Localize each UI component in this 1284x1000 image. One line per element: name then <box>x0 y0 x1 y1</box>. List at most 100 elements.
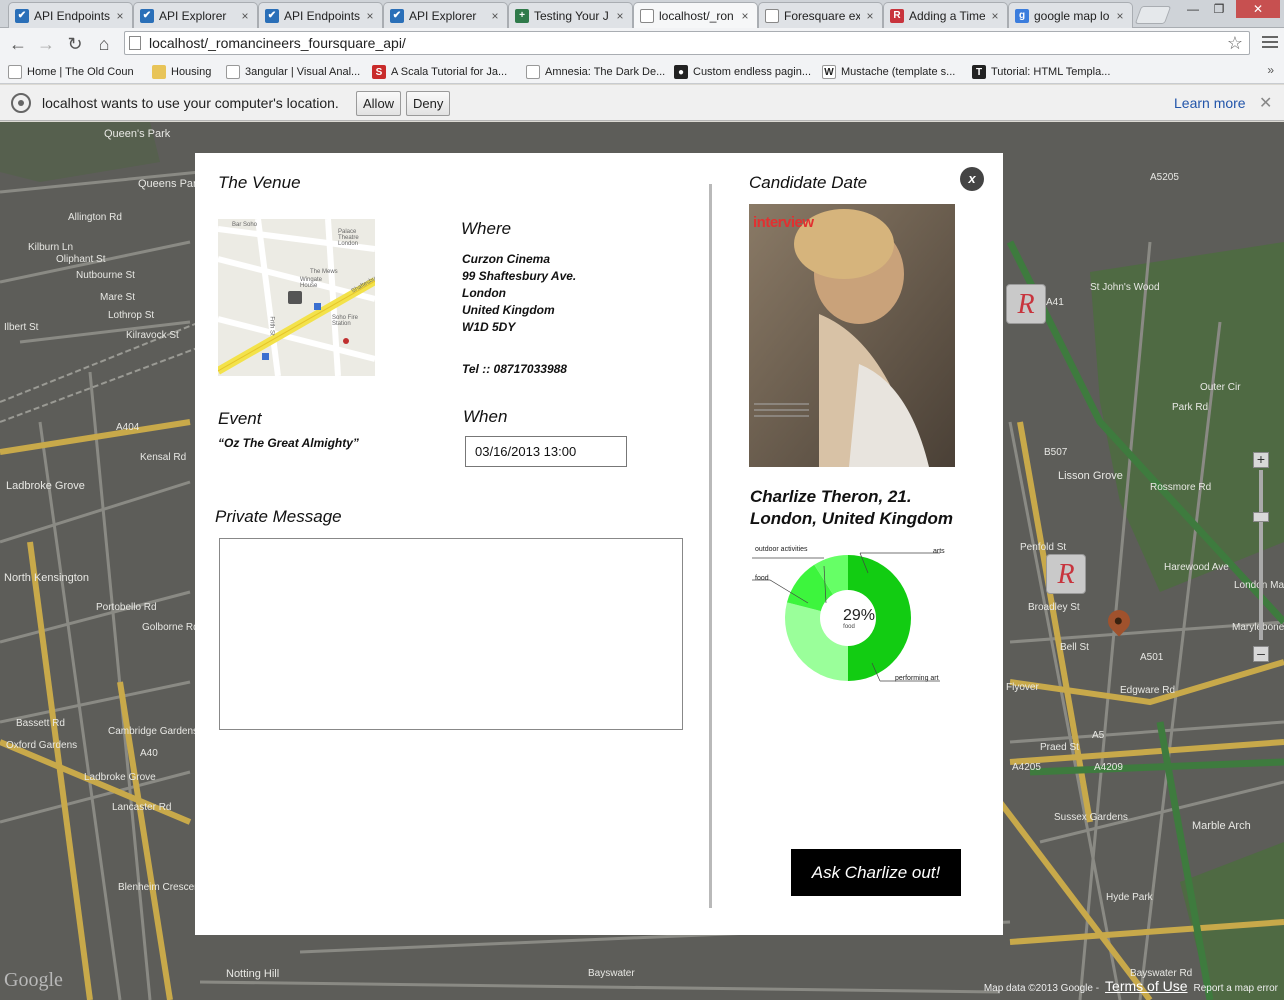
ask-out-button[interactable]: Ask Charlize out! <box>791 849 961 896</box>
browser-toolbar: ← → ↻ ⌂ localhost/_romancineers_foursqua… <box>0 28 1284 60</box>
zoom-in-icon[interactable]: + <box>1253 452 1269 468</box>
when-title: When <box>463 407 508 426</box>
minimize-icon[interactable]: — <box>1180 0 1206 18</box>
new-tab-button[interactable] <box>1134 6 1172 24</box>
legend-label: food <box>755 575 769 582</box>
bookmark-item[interactable]: 3angular | Visual Anal... <box>226 63 360 81</box>
bookmark-item[interactable]: W Mustache (template s... <box>822 63 955 81</box>
candidate-location: London, United Kingdom <box>750 509 954 528</box>
candidate-photo-graphic <box>749 204 955 467</box>
map-label: Portobello Rd <box>96 602 157 613</box>
zoom-out-icon[interactable]: – <box>1253 646 1269 662</box>
tab-close-icon[interactable]: × <box>1114 9 1126 23</box>
menu-icon[interactable] <box>1262 33 1278 53</box>
map-label: Cambridge Gardens <box>108 726 199 737</box>
tab-close-icon[interactable]: × <box>489 9 501 23</box>
browser-tab[interactable]: ✔ API Endpoints × <box>258 2 383 28</box>
bookmark-item[interactable]: S A Scala Tutorial for Ja... <box>372 63 507 81</box>
bookmark-item[interactable]: Home | The Old Coun <box>8 63 134 81</box>
address-line: W1D 5DY <box>462 320 516 334</box>
map-label: A5205 <box>1150 172 1179 183</box>
back-icon[interactable]: ← <box>7 33 29 55</box>
browser-tab[interactable]: g google map lo × <box>1008 2 1133 28</box>
page-icon <box>8 65 22 79</box>
report-map-error-link[interactable]: Report a map error <box>1194 983 1278 994</box>
restaurant-marker[interactable]: R <box>1006 284 1046 324</box>
address-bar[interactable]: localhost/_romancineers_foursquare_api/ … <box>124 31 1250 55</box>
zoom-control[interactable]: + – <box>1253 452 1269 662</box>
terms-of-use-link[interactable]: Terms of Use <box>1105 978 1187 994</box>
map-label: Kensal Rd <box>140 452 187 463</box>
zoom-handle[interactable] <box>1253 512 1269 522</box>
browser-tab[interactable]: ✔ API Endpoints × <box>8 2 133 28</box>
map-label: Park Rd <box>1172 402 1209 413</box>
restaurant-marker[interactable]: R <box>1046 554 1086 594</box>
browser-tab[interactable]: localhost/_ron × <box>633 2 758 29</box>
date-request-modal: The Venue Bar Soho Palace Theatre London… <box>195 153 1003 935</box>
map-label: A41 <box>1046 297 1064 308</box>
home-icon[interactable]: ⌂ <box>93 33 115 55</box>
bookmark-item[interactable]: T Tutorial: HTML Templa... <box>972 63 1110 81</box>
map-label: St John's Wood <box>1090 282 1160 293</box>
map-label: A40 <box>140 748 158 759</box>
deny-button[interactable]: Deny <box>406 91 451 116</box>
map-label: Mare St <box>100 292 136 303</box>
map-label: Edgware Rd <box>1120 685 1176 696</box>
check-icon: ✔ <box>390 8 404 23</box>
map-label: Bell St <box>1060 642 1089 653</box>
bookmark-star-icon[interactable]: ☆ <box>1227 33 1243 54</box>
restore-icon[interactable]: ❐ <box>1206 0 1232 18</box>
venue-map-thumbnail[interactable]: Bar Soho Palace Theatre London The Mews … <box>218 219 375 376</box>
browser-tab[interactable]: Foresquare ex × <box>758 2 883 28</box>
venue-map-label: Palace Theatre London <box>338 229 359 247</box>
tab-close-icon[interactable]: × <box>989 9 1001 23</box>
forward-icon[interactable]: → <box>35 33 57 55</box>
r-icon: R <box>890 8 904 23</box>
event-title: Event <box>218 409 262 428</box>
bookmark-label: 3angular | Visual Anal... <box>245 66 361 78</box>
browser-tab[interactable]: R Adding a Time × <box>883 2 1008 28</box>
map-label: Marble Arch <box>1192 820 1251 832</box>
learn-more-link[interactable]: Learn more <box>1174 95 1246 111</box>
tab-label: API Endpoints <box>34 8 110 23</box>
map-label: Ladbroke Grove <box>84 772 156 783</box>
private-message-textarea[interactable] <box>219 538 683 730</box>
magazine-title: interview <box>753 214 814 231</box>
close-button[interactable]: x <box>960 167 984 191</box>
bookmark-item[interactable]: ● Custom endless pagin... <box>674 63 811 81</box>
browser-tab[interactable]: ✔ API Explorer × <box>383 2 508 28</box>
allow-button[interactable]: Allow <box>356 91 402 116</box>
venue-map-label: Soho Fire Station <box>332 315 359 327</box>
map-label: Allington Rd <box>68 212 122 223</box>
bookmark-label: Custom endless pagin... <box>693 66 812 78</box>
tab-close-icon[interactable]: × <box>739 9 751 23</box>
browser-tab[interactable]: ✔ API Explorer × <box>133 2 258 28</box>
infobar-close-icon[interactable]: ✕ <box>1259 93 1272 113</box>
window-close-icon[interactable]: ✕ <box>1236 0 1280 18</box>
map-label: A4209 <box>1094 762 1123 773</box>
folder-icon <box>152 65 166 79</box>
map-label: Outer Cir <box>1200 382 1241 393</box>
bookmark-item[interactable]: Housing <box>152 63 211 81</box>
tab-close-icon[interactable]: × <box>364 9 376 23</box>
map-label: Oxford Gardens <box>6 740 78 751</box>
bookmark-label: Amnesia: The Dark De... <box>545 66 666 78</box>
bookmarks-overflow-icon[interactable]: » <box>1267 63 1274 77</box>
tab-label: Testing Your J <box>534 8 609 23</box>
candidate-photo[interactable]: interview <box>749 204 955 467</box>
map-label: Golborne Rd <box>142 622 199 633</box>
tab-close-icon[interactable]: × <box>614 9 626 23</box>
tab-close-icon[interactable]: × <box>114 9 126 23</box>
tab-close-icon[interactable]: × <box>864 9 876 23</box>
column-divider <box>709 184 712 908</box>
zoom-slider[interactable] <box>1259 470 1263 640</box>
tab-close-icon[interactable]: × <box>239 9 251 23</box>
map-label: Bayswater <box>588 968 635 979</box>
reload-icon[interactable]: ↻ <box>64 33 86 55</box>
map-label: A4205 <box>1012 762 1041 773</box>
legend-label: outdoor activities <box>755 546 808 553</box>
bookmark-item[interactable]: Amnesia: The Dark De... <box>526 63 665 81</box>
browser-tab[interactable]: + Testing Your J × <box>508 2 633 28</box>
map-label: Rossmore Rd <box>1150 482 1212 493</box>
date-time-input[interactable]: 03/16/2013 13:00 <box>465 436 627 467</box>
